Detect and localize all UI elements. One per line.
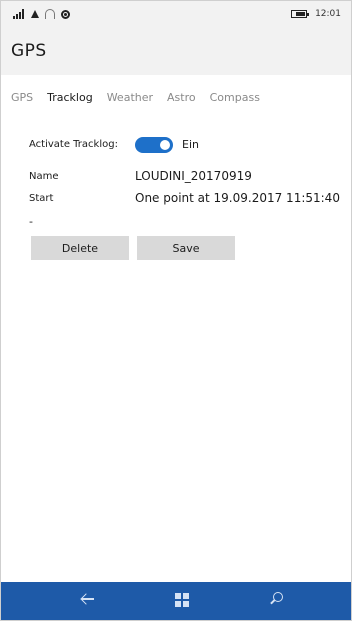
start-value: One point at 19.09.2017 11:51:40 (135, 191, 340, 205)
tab-bar: GPS Tracklog Weather Astro Compass (11, 91, 260, 104)
start-label: Start (29, 193, 54, 204)
system-navbar (1, 582, 351, 620)
activate-tracklog-label: Activate Tracklog: (29, 139, 118, 150)
location-icon (61, 9, 70, 19)
tab-weather[interactable]: Weather (107, 91, 153, 104)
signal-icon (13, 9, 25, 19)
save-button[interactable]: Save (137, 236, 235, 260)
tab-compass[interactable]: Compass (210, 91, 260, 104)
tab-astro[interactable]: Astro (167, 91, 196, 104)
name-label: Name (29, 171, 59, 182)
app-frame: 12:01 GPS GPS Tracklog Weather Astro Com… (0, 0, 352, 621)
toggle-knob (160, 140, 170, 150)
windows-icon[interactable] (175, 593, 189, 607)
page-title: GPS (11, 41, 47, 61)
status-icons (13, 9, 70, 19)
toggle-state-text: Ein (182, 138, 199, 151)
battery-icon (291, 10, 310, 18)
tab-tracklog[interactable]: Tracklog (47, 91, 93, 104)
clock: 12:01 (315, 9, 341, 19)
search-icon[interactable] (269, 592, 283, 606)
back-arrow-icon[interactable] (80, 592, 94, 606)
delete-button[interactable]: Delete (31, 236, 129, 260)
network-icon (31, 10, 39, 18)
activate-tracklog-toggle[interactable] (135, 137, 173, 153)
name-value: LOUDINI_20170919 (135, 169, 252, 183)
tab-gps[interactable]: GPS (11, 91, 33, 104)
app-header: GPS (1, 29, 351, 75)
extra-info: - (29, 215, 33, 228)
status-bar: 12:01 (1, 1, 351, 29)
wifi-icon (45, 9, 55, 19)
status-right: 12:01 (291, 9, 341, 19)
